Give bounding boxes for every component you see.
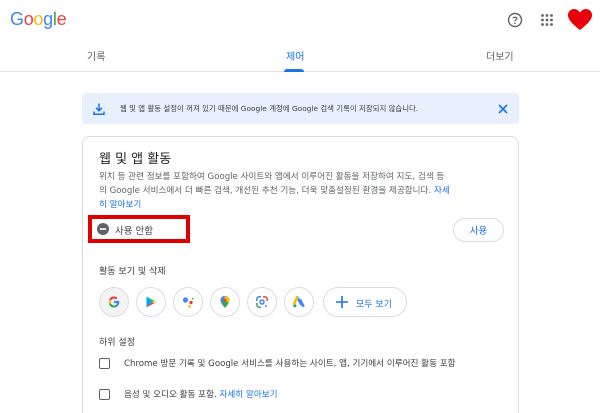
logo-letter: g [43,9,53,29]
sub-settings-label: 하위 설정 [99,338,135,348]
card-title: 웹 및 앱 활동 [99,152,172,167]
logo-letter: o [33,9,44,29]
view-all-label: 모두 보기 [356,300,392,310]
description-line: 히 알아보기 [99,198,509,212]
card-description: 위치 등 관련 정보를 포함하여 Google 사이트와 앱에서 이루어진 활동… [99,170,509,212]
description-line: 의 Google 서비스에서 더 빠른 검색, 개선된 추천 기능, 더욱 맞춤… [99,184,509,198]
info-banner: 웹 및 앱 활동 설정이 꺼져 있기 때문에 Google 계정에 Google… [82,93,519,124]
voice-audio-label: 음성 및 오디오 활동 포함. 자세히 알아보기 [124,388,278,400]
banner-text: 웹 및 앱 활동 설정이 꺼져 있기 때문에 Google 계정에 Google… [120,104,419,113]
google-logo[interactable]: Google [10,9,67,30]
assistant-icon[interactable] [173,287,203,317]
checkbox[interactable] [99,388,110,400]
logo-letter: o [23,9,34,29]
voice-audio-option[interactable]: 음성 및 오디오 활동 포함. 자세히 알아보기 [99,388,278,400]
tab-more[interactable]: 더보기 [486,48,514,63]
checkbox[interactable] [99,357,110,369]
maps-icon[interactable] [210,287,240,317]
tab-controls[interactable]: 제어 [286,48,304,63]
play-store-icon[interactable] [136,287,166,317]
status-label: 사용 안함 [115,225,153,237]
heart-avatar-icon[interactable] [566,6,594,34]
close-icon[interactable] [496,101,510,120]
tab-bar: 기록 제어 더보기 [0,38,600,72]
logo-letter: e [56,9,67,29]
chrome-history-option[interactable]: Chrome 방문 기록 및 Google 서비스를 사용하는 사이트, 앱, … [99,357,456,369]
learn-more-link[interactable]: 자세 [434,186,450,196]
logo-letter: G [10,9,24,29]
help-icon[interactable] [502,7,528,33]
download-icon [92,101,106,120]
description-text: 의 Google 서비스에서 더 빠른 검색, 개선된 추천 기능, 더욱 맞춤… [99,186,432,196]
web-app-activity-card: 웹 및 앱 활동 위치 등 관련 정보를 포함하여 Google 사이트와 앱에… [82,136,519,413]
tab-history[interactable]: 기록 [87,48,105,63]
apps-grid-icon[interactable] [534,7,560,33]
turn-on-button[interactable]: 사용 [453,218,504,242]
chrome-history-label: Chrome 방문 기록 및 Google 서비스를 사용하는 사이트, 앱, … [124,359,456,369]
learn-more-link[interactable]: 자세히 알아보기 [219,390,277,400]
lens-icon[interactable] [247,287,277,317]
active-tab-indicator [284,69,304,72]
voice-audio-text: 음성 및 오디오 활동 포함. [124,390,217,400]
learn-more-link[interactable]: 히 알아보기 [99,200,141,210]
view-all-button[interactable]: 모두 보기 [323,287,407,317]
plus-icon [334,294,350,314]
status-off: 사용 안함 [97,220,153,239]
description-line: 위치 등 관련 정보를 포함하여 Google 사이트와 앱에서 이루어진 활동… [99,172,445,182]
off-status-icon [97,220,109,239]
activity-section-label: 활동 보기 및 삭제 [99,267,166,277]
top-bar: Google [0,0,600,38]
google-g-icon[interactable] [99,287,129,317]
ads-icon[interactable] [284,287,314,317]
